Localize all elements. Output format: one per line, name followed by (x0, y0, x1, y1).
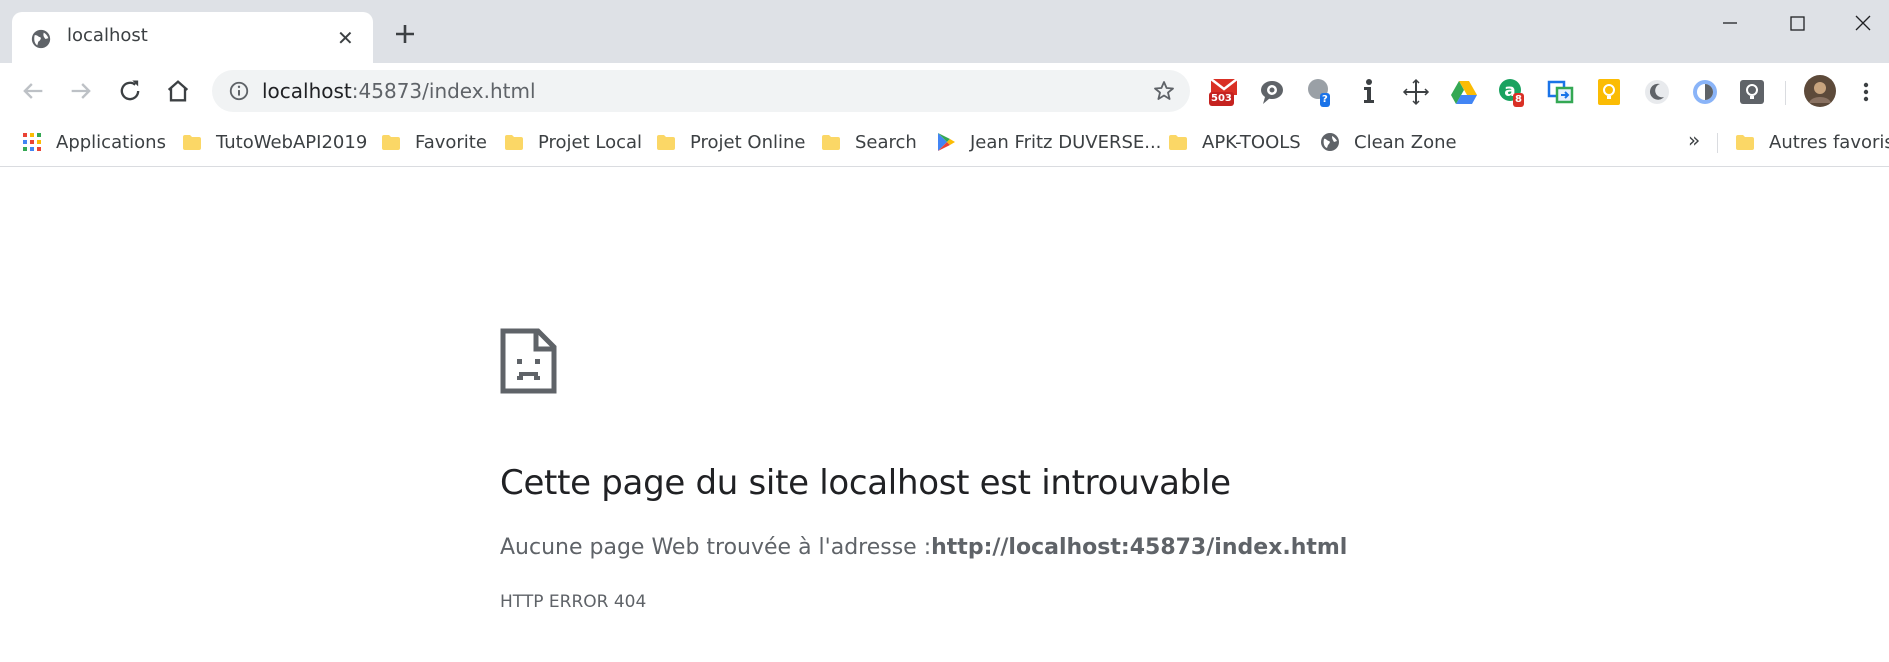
bookmark-label: Projet Local (538, 131, 643, 153)
dark-mode-icon[interactable] (1642, 77, 1672, 107)
google-drive-icon[interactable] (1449, 77, 1479, 107)
tab-strip: localhost ✕ (0, 0, 1889, 63)
bookmark-applications[interactable]: Applications (22, 128, 166, 156)
bookmark-clean-zone[interactable]: Clean Zone (1320, 128, 1457, 156)
error-url: http://localhost:45873/index.html (931, 535, 1348, 560)
bookmarks-divider (1717, 133, 1718, 153)
back-button[interactable] (19, 77, 47, 105)
bookmark-label: APK-TOOLS (1202, 131, 1301, 153)
maximize-button[interactable] (1777, 10, 1817, 36)
screen-share-icon[interactable] (1546, 77, 1576, 107)
comments-icon[interactable] (1257, 77, 1287, 107)
folder-icon (1736, 135, 1754, 150)
folder-icon (822, 135, 840, 150)
bookmark-autres-favoris[interactable]: Autres favoris (1735, 128, 1889, 156)
bookmark-star-icon[interactable] (1152, 79, 1176, 103)
folder-icon (657, 135, 675, 150)
new-tab-button[interactable] (393, 22, 417, 46)
url-text[interactable]: localhost:45873/index.html (262, 79, 536, 103)
error-description: Aucune page Web trouvée à l'adresse :htt… (500, 535, 1347, 560)
bookmark-label: Clean Zone (1354, 131, 1457, 153)
page-content: Cette page du site localhost est introuv… (0, 167, 1889, 662)
home-button[interactable] (164, 77, 192, 105)
info-icon[interactable] (228, 80, 250, 102)
chat-icon[interactable]: ? (1306, 77, 1336, 107)
bookmark-favorite[interactable]: Favorite (381, 128, 487, 156)
bookmark-label: Jean Fritz DUVERSE... (970, 131, 1162, 153)
apps-grid-icon (23, 133, 41, 151)
toolbar: localhost:45873/index.html 503 ? a 8 (0, 63, 1889, 119)
bookmarks-bar: Applications TutoWebAPI2019 Favorite Pro… (0, 119, 1889, 167)
folder-icon (183, 135, 201, 150)
bookmark-projet-online[interactable]: Projet Online (656, 128, 805, 156)
move-icon[interactable] (1401, 77, 1431, 107)
a-ext-badge: 8 (1513, 93, 1524, 107)
tab-close-button[interactable]: ✕ (337, 26, 354, 50)
url-path: :45873/index.html (351, 79, 536, 103)
toolbar-divider (1785, 81, 1786, 105)
bookmark-tutowebapi2019[interactable]: TutoWebAPI2019 (182, 128, 367, 156)
folder-icon (1169, 135, 1187, 150)
play-store-icon (938, 133, 955, 151)
bookmark-label: Search (855, 131, 917, 153)
bookmark-jean-fritz[interactable]: Jean Fritz DUVERSE... (936, 128, 1161, 156)
info-ext-icon[interactable] (1354, 77, 1384, 107)
url-host: localhost (262, 79, 352, 103)
bookmark-label: Autres favoris (1769, 131, 1889, 153)
globe-icon (1321, 133, 1339, 151)
reload-button[interactable] (116, 77, 144, 105)
bookmark-label: Applications (56, 131, 166, 153)
folder-icon (505, 135, 523, 150)
keep-icon[interactable] (1594, 77, 1624, 107)
bookmark-apk-tools[interactable]: APK-TOOLS (1168, 128, 1301, 156)
profile-avatar[interactable] (1803, 74, 1837, 108)
globe-icon (31, 29, 51, 49)
close-window-button[interactable] (1843, 10, 1883, 36)
minimize-button[interactable] (1710, 10, 1750, 36)
error-description-text: Aucune page Web trouvée à l'adresse : (500, 535, 932, 560)
bookmark-projet-local[interactable]: Projet Local (504, 128, 642, 156)
bookmark-label: Projet Online (690, 131, 806, 153)
a-ext-icon[interactable]: a 8 (1497, 77, 1527, 107)
bookmark-label: TutoWebAPI2019 (216, 131, 368, 153)
gmail-checker-icon[interactable]: 503 (1209, 77, 1239, 107)
sad-page-icon (500, 328, 557, 394)
folder-icon (382, 135, 400, 150)
chat-badge: ? (1320, 93, 1330, 107)
bookmark-search[interactable]: Search (821, 128, 917, 156)
address-bar[interactable]: localhost:45873/index.html (212, 70, 1190, 112)
dark-reader-icon[interactable] (1690, 77, 1720, 107)
menu-kebab-icon[interactable] (1857, 77, 1875, 107)
tab-localhost[interactable]: localhost ✕ (12, 12, 373, 63)
bookmarks-overflow-button[interactable]: » (1688, 128, 1700, 152)
bulb-icon[interactable] (1737, 77, 1767, 107)
error-heading: Cette page du site localhost est introuv… (500, 463, 1231, 503)
forward-button[interactable] (67, 77, 95, 105)
error-code: HTTP ERROR 404 (500, 592, 647, 612)
bookmark-label: Favorite (415, 131, 487, 153)
gmail-badge: 503 (1209, 92, 1234, 106)
tab-title: localhost (67, 25, 148, 46)
